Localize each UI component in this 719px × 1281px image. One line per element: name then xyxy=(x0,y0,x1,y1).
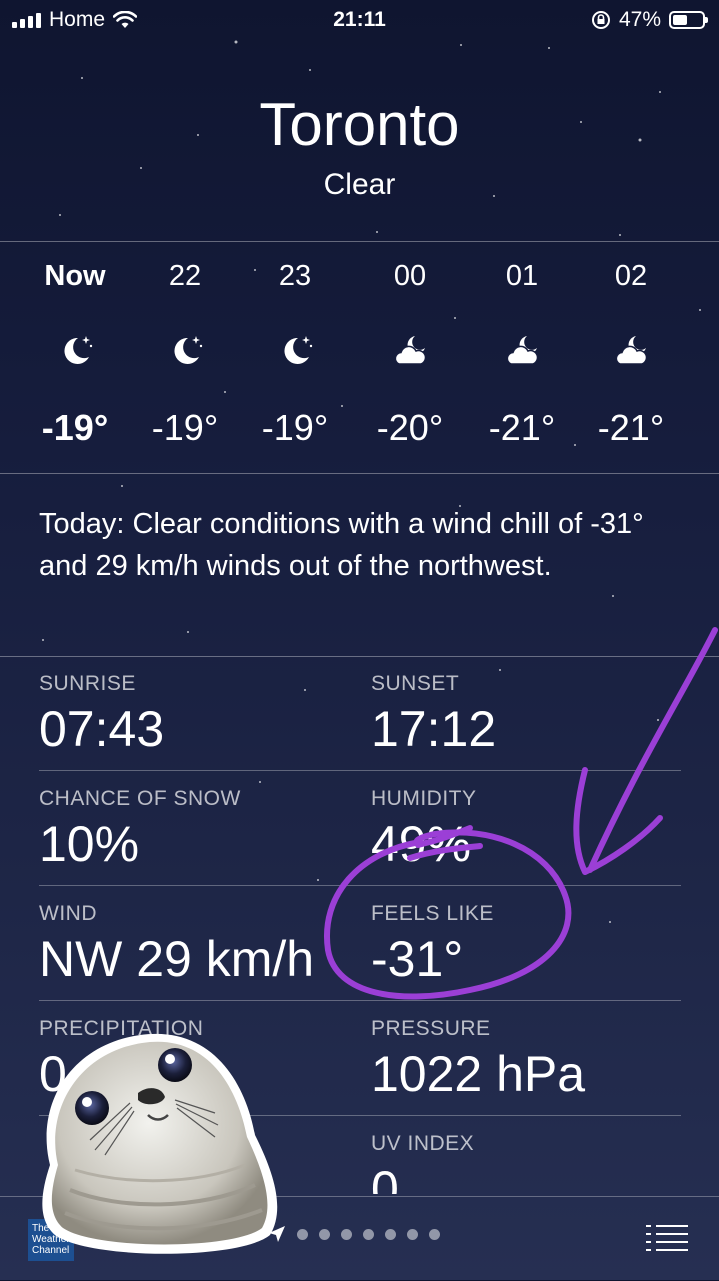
detail-sunrise: SUNRISE 07:43 xyxy=(39,672,339,758)
detail-label: SUNSET xyxy=(371,672,460,695)
city-name: Toronto xyxy=(259,91,460,158)
detail-label: CHANCE OF SNOW xyxy=(39,787,241,810)
detail-label: FEELS LIKE xyxy=(371,902,494,925)
daily-summary: Today: Clear conditions with a wind chil… xyxy=(39,508,644,582)
row-divider xyxy=(39,885,681,886)
detail-value: 1022 hPa xyxy=(371,1046,586,1102)
hour-label: 01 xyxy=(505,260,539,292)
page-dot xyxy=(297,1228,308,1240)
detail-value: 10% xyxy=(39,816,140,872)
status-right: 47% xyxy=(591,8,708,32)
hour-label: Now xyxy=(44,260,106,292)
hour-temp: -19° xyxy=(151,407,219,448)
hour-label: 02 xyxy=(614,260,648,292)
page-dot xyxy=(429,1228,440,1240)
partly-cloudy-night-icon xyxy=(615,336,648,365)
battery-percent: 47% xyxy=(618,8,661,31)
moon-stars-icon xyxy=(64,336,93,364)
hour-temp: -21° xyxy=(597,407,665,448)
current-condition: Clear xyxy=(323,168,396,201)
hourly-forecast[interactable]: Now -19° 22 -19° 23 -19° 00 -20° 01 -21°… xyxy=(0,241,719,474)
row-divider xyxy=(39,1000,681,1001)
detail-label: PRESSURE xyxy=(371,1017,491,1040)
hour-label: 22 xyxy=(168,260,202,292)
detail-label: HUMIDITY xyxy=(371,787,477,810)
detail-humidity: HUMIDITY 49% xyxy=(371,787,671,873)
detail-feels-like: FEELS LIKE -31° xyxy=(371,902,671,988)
page-indicator[interactable] xyxy=(268,1225,440,1243)
detail-value: 17:12 xyxy=(371,701,497,757)
page-dot xyxy=(407,1228,418,1240)
hour-temp: -20° xyxy=(376,407,444,448)
detail-value: -31° xyxy=(371,931,464,987)
partly-cloudy-night-icon xyxy=(506,336,539,365)
detail-label: SUNRISE xyxy=(39,672,136,695)
hour-temp: -19° xyxy=(261,407,329,448)
page-dot xyxy=(385,1228,396,1240)
detail-value: 0 xyxy=(371,1161,399,1194)
row-divider xyxy=(39,770,681,771)
detail-value: 07:43 xyxy=(39,701,165,757)
partly-cloudy-night-icon xyxy=(394,336,427,365)
city-list-icon[interactable] xyxy=(646,1225,688,1253)
page-dot xyxy=(363,1228,374,1240)
detail-value: NW 29 km/h xyxy=(39,931,315,987)
battery-icon xyxy=(669,11,708,29)
hour-temp: -21° xyxy=(488,407,556,448)
hour-label: 00 xyxy=(393,260,427,292)
summary-divider xyxy=(0,656,719,657)
detail-label: UV INDEX xyxy=(371,1132,475,1155)
detail-chance-of-snow: CHANCE OF SNOW 10% xyxy=(39,787,339,873)
rotation-lock-icon xyxy=(591,11,610,29)
detail-uv-index: UV INDEX 0 xyxy=(371,1132,671,1194)
page-dot xyxy=(341,1228,352,1240)
detail-value: 49% xyxy=(371,816,472,872)
detail-wind: WIND NW 29 km/h xyxy=(39,902,339,988)
moon-stars-icon xyxy=(174,336,203,364)
page-dot xyxy=(319,1228,330,1240)
moon-stars-icon xyxy=(284,336,313,364)
detail-sunset: SUNSET 17:12 xyxy=(371,672,671,758)
hour-label: 23 xyxy=(278,260,312,292)
seal-sticker xyxy=(42,1033,278,1254)
status-bar: Home 21:11 47% xyxy=(0,0,719,40)
detail-label: WIND xyxy=(39,902,97,925)
hour-temp: -19° xyxy=(41,407,109,448)
detail-pressure: PRESSURE 1022 hPa xyxy=(371,1017,671,1103)
